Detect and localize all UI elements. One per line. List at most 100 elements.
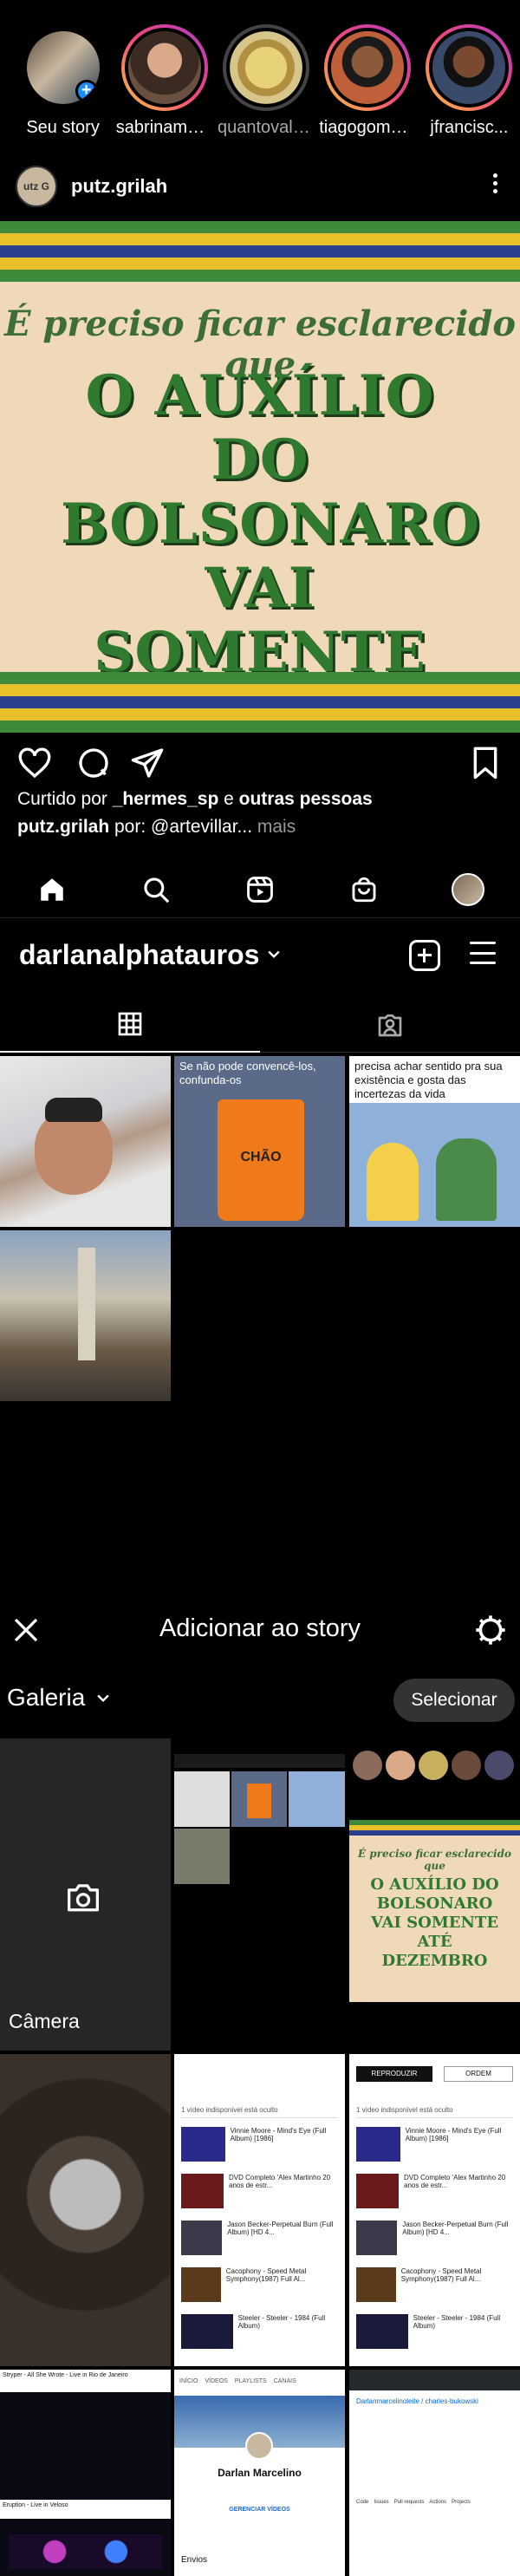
avatar [328,28,408,108]
camera-label: Câmera [9,2010,80,2032]
profile-post-thumb[interactable] [0,1230,171,1401]
story-ring [120,24,208,111]
gallery-dropdown[interactable]: Galeria [7,1684,85,1712]
liked-by-others[interactable]: outras pessoas [239,789,373,809]
avatar [226,28,306,108]
gallery-grid: Câmera É preciso ficar esclarecido que O… [0,1738,520,2576]
story-ring [324,24,412,111]
home-icon[interactable] [35,872,69,907]
gear-icon[interactable] [473,1613,508,1647]
post-caption[interactable]: putz.grilah por: @artevillar... mais [17,817,296,838]
channel-avatar [245,2432,273,2460]
story-picker-header: Adicionar ao story [0,1604,520,1656]
story-item[interactable]: jfrancisc... [419,0,520,147]
profile-header: darlanalphatauros [0,924,520,985]
grid-icon [118,1012,142,1036]
mini-playlist: Vinnie Moore - Mind's Eye (Full Album) [… [181,2127,338,2349]
story-ring [223,24,309,111]
chevron-down-icon[interactable] [268,949,281,961]
story-label: jfrancisc... [430,118,509,137]
post-actions [0,737,520,789]
mini-thumb [231,1771,287,1827]
gallery-thumb[interactable]: 1 vídeo indisponível está oculto Vinnie … [174,2054,345,2366]
profile-post-thumb[interactable]: Se não pode convencê-los, confunda-os CH… [174,1056,345,1227]
caption-more-link[interactable]: mais [252,817,296,837]
story-label: Seu story [26,118,100,137]
umbrella-pole [78,1248,95,1360]
gallery-thumb[interactable]: Darlanmarcelinoleite / charles-bukowski … [349,2370,520,2576]
mini-playlist: Vinnie Moore - Mind's Eye (Full Album) [… [356,2127,513,2349]
liked-by-prefix: Curtido por [17,789,113,809]
search-icon[interactable] [139,872,173,907]
chevron-down-icon[interactable] [97,1692,109,1705]
mini-thumb [174,1771,230,1827]
story-item[interactable]: sabrinamen... [114,0,215,147]
gallery-thumb[interactable]: INÍCIO VÍDEOS PLAYLISTS CANAIS Darlan Marce… [174,2370,345,2576]
caption-username[interactable]: putz.grilah [17,817,109,837]
camera-tile[interactable]: Câmera [0,1738,171,2051]
avatar [452,872,484,906]
mini-tabs [174,1754,345,1768]
bottom-nav [0,861,520,918]
stripe [0,270,520,282]
caption-text: por: @artevillar... [109,817,253,837]
concert-lights [9,2534,162,2569]
story-item[interactable]: tiagogomez... [317,0,419,147]
github-header [349,2370,520,2390]
story-item[interactable]: quantovale... [215,0,316,147]
liked-by-mid: e [218,789,239,809]
stripe [0,708,520,721]
post-thumb-caption: Se não pode convencê-los, confunda-os [179,1060,316,1086]
story-picker-title: Adicionar ao story [159,1614,361,1642]
gallery-thumb[interactable] [174,1738,345,2051]
stripe [0,221,520,233]
gallery-thumb[interactable]: É preciso ficar esclarecido que O AUXÍLI… [349,1738,520,2051]
profile-post-thumb[interactable]: precisa achar sentido pra sua existência… [349,1056,520,1227]
stripe [0,684,520,696]
create-post-icon[interactable] [409,940,440,971]
avatar [429,28,510,108]
post-avatar[interactable]: utz G [16,166,57,207]
more-options-icon[interactable] [491,173,499,193]
liked-by-text[interactable]: Curtido por _hermes_sp e outras pessoas [17,789,373,810]
profile-avatar-icon[interactable] [451,872,485,907]
hair-shape [45,1098,102,1122]
post-thumb-caption: precisa achar sentido pra sua existência… [354,1060,503,1100]
mini-channel-tabs: INÍCIO VÍDEOS PLAYLISTS CANAIS [179,2378,296,2384]
tab-posts-grid[interactable] [0,997,260,1053]
gallery-thumb[interactable]: REPRODUZIR ORDEM 1 vídeo indisponível es… [349,2054,520,2366]
stripe [0,233,520,245]
comment-icon[interactable] [76,746,111,780]
post-image[interactable]: É preciso ficar esclarecido que O AUXÍLI… [0,221,520,733]
add-story-icon[interactable]: + [75,80,98,102]
profile-post-thumb[interactable] [0,1056,171,1227]
select-button[interactable]: Selecionar [393,1679,515,1722]
tab-tagged[interactable] [260,997,520,1053]
profile-username[interactable]: darlanalphatauros [19,939,259,971]
bin-label: CHÃO [240,1150,282,1164]
stripe [0,258,520,270]
stories-tray: + Seu story sabrinamen... quantovale... … [0,0,520,147]
avatar: + [23,28,103,108]
mini-header: 1 vídeo indisponível está oculto [181,2106,338,2118]
menu-icon[interactable] [470,942,496,964]
cartoon-shape [436,1138,497,1221]
liked-by-user[interactable]: _hermes_sp [113,789,219,809]
reels-icon[interactable] [243,872,277,907]
cartoon-shape [367,1143,419,1221]
stripe [0,672,520,684]
post-header: utz G putz.grilah [0,156,520,217]
post-username[interactable]: putz.grilah [71,175,167,198]
gallery-thumb-security-camera[interactable] [0,2054,171,2366]
send-icon[interactable] [130,746,165,780]
gallery-row: Galeria Selecionar [0,1673,520,1725]
shop-icon[interactable] [347,872,381,907]
avatar [124,28,205,108]
profile-tabs [0,997,520,1053]
trash-bin-shape: CHÃO [218,1099,304,1221]
story-own[interactable]: + Seu story [12,0,114,147]
bookmark-icon[interactable] [468,746,503,780]
gallery-thumb[interactable]: Stryper - All She Wrote - Live in Rio de… [0,2370,171,2576]
story-ring: + [20,24,107,111]
heart-icon[interactable] [17,746,52,780]
